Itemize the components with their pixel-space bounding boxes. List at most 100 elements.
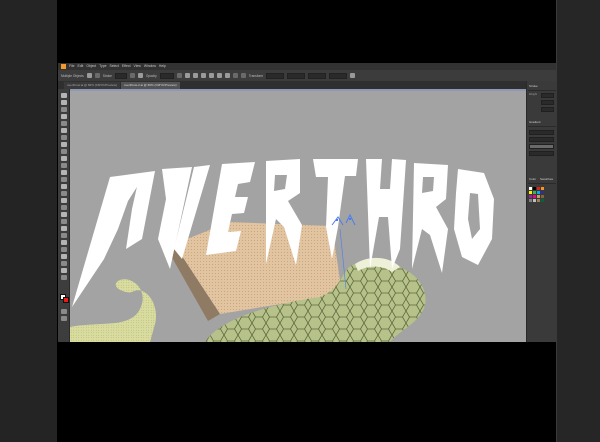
control-bar: Multiple Objects Stroke Opacity Transfor… — [58, 70, 556, 81]
free-transform-tool-icon[interactable] — [61, 191, 67, 196]
selection-tool-icon[interactable] — [61, 93, 67, 98]
document-tab-1[interactable]: overthrow.ai @ 66% (CMYK/Preview) — [64, 82, 120, 89]
direct-selection-tool-icon[interactable] — [61, 100, 67, 105]
color-swatch[interactable] — [533, 191, 536, 194]
color-swatch[interactable] — [533, 187, 536, 190]
align-bottom-icon[interactable] — [224, 73, 230, 78]
stroke-weight-field[interactable] — [114, 72, 127, 79]
color-swatch[interactable] — [529, 191, 532, 194]
menu-item-view[interactable]: View — [134, 63, 141, 70]
zoom-tool-icon[interactable] — [61, 275, 67, 280]
width-field[interactable] — [308, 72, 327, 79]
drawing-mode-icon[interactable] — [61, 309, 67, 314]
gradient-angle-field[interactable] — [529, 137, 554, 142]
artwork — [70, 89, 526, 342]
menu-item-help[interactable]: Help — [159, 63, 166, 70]
color-swatch[interactable] — [529, 187, 532, 190]
rotate-tool-icon[interactable] — [61, 170, 67, 175]
distribute-spacing-icon[interactable] — [240, 73, 246, 78]
screen-mode-icon[interactable] — [61, 316, 67, 321]
color-swatch[interactable] — [529, 195, 532, 198]
mesh-tool-icon[interactable] — [61, 212, 67, 217]
stroke-color-icon[interactable] — [94, 73, 100, 78]
align-right-icon[interactable] — [200, 73, 206, 78]
hand-tool-icon[interactable] — [61, 268, 67, 273]
x-field[interactable] — [266, 72, 285, 79]
eyedropper-tool-icon[interactable] — [61, 226, 67, 231]
color-swatch[interactable] — [541, 191, 544, 194]
gradient-tool-icon[interactable] — [61, 219, 67, 224]
align-left-icon[interactable] — [184, 73, 190, 78]
menu-item-effect[interactable]: Effect — [122, 63, 131, 70]
blend-tool-icon[interactable] — [61, 233, 67, 238]
color-swatch[interactable] — [541, 199, 544, 202]
fill-color-icon[interactable] — [86, 73, 92, 78]
opacity-field[interactable] — [159, 72, 174, 79]
curvature-tool-icon[interactable] — [61, 121, 67, 126]
symbol-sprayer-tool-icon[interactable] — [61, 240, 67, 245]
paintbrush-tool-icon[interactable] — [61, 149, 67, 154]
menu-item-object[interactable]: Object — [86, 63, 96, 70]
stroke-panel-title[interactable]: Stroke — [529, 84, 538, 88]
perspective-grid-tool-icon[interactable] — [61, 205, 67, 210]
height-field[interactable] — [329, 72, 348, 79]
color-swatch[interactable] — [537, 187, 540, 190]
weight-label: Weight — [529, 93, 538, 96]
pencil-tool-icon[interactable] — [61, 156, 67, 161]
transform-label: Transform — [248, 73, 264, 78]
rectangle-tool-icon[interactable] — [61, 142, 67, 147]
brush-icon[interactable] — [129, 73, 135, 78]
color-swatch[interactable] — [533, 199, 536, 202]
width-tool-icon[interactable] — [61, 184, 67, 189]
app-logo-icon — [61, 64, 66, 69]
panel-divider — [528, 90, 556, 91]
color-swatch[interactable] — [529, 199, 532, 202]
color-swatch[interactable] — [533, 195, 536, 198]
type-tool-icon[interactable] — [61, 128, 67, 133]
artboard-tool-icon[interactable] — [61, 254, 67, 259]
slice-tool-icon[interactable] — [61, 261, 67, 266]
gradient-panel-title[interactable]: Gradient — [529, 120, 541, 124]
color-swatch[interactable] — [537, 195, 540, 198]
corner-field[interactable] — [541, 107, 554, 112]
color-swatch[interactable] — [537, 199, 540, 202]
menu-bar: File Edit Object Type Select Effect View… — [58, 63, 556, 70]
color-swatch[interactable] — [537, 191, 540, 194]
style-swatch-icon[interactable] — [137, 73, 143, 78]
gradient-type-field[interactable] — [529, 130, 554, 135]
scale-tool-icon[interactable] — [61, 177, 67, 182]
align-top-icon[interactable] — [208, 73, 214, 78]
tools-panel — [58, 89, 70, 342]
gradient-location-field[interactable] — [529, 151, 554, 156]
menu-item-edit[interactable]: Edit — [77, 63, 83, 70]
swatches-panel-title[interactable]: Swatches — [540, 177, 553, 181]
align-middle-icon[interactable] — [216, 73, 222, 78]
artboard-canvas[interactable] — [70, 89, 526, 342]
pen-tool-icon[interactable] — [61, 114, 67, 119]
y-field[interactable] — [287, 72, 306, 79]
weight-field[interactable] — [541, 93, 554, 98]
gradient-slider[interactable] — [529, 144, 554, 149]
distribute-icon[interactable] — [232, 73, 238, 78]
isolate-icon[interactable] — [350, 73, 356, 78]
document-tab-2[interactable]: overthrow-2.ai @ 66% (CMYK/Preview) — [120, 82, 180, 89]
menu-item-file[interactable]: File — [69, 63, 74, 70]
color-swatch[interactable] — [541, 187, 544, 190]
align-center-icon[interactable] — [192, 73, 198, 78]
line-tool-icon[interactable] — [61, 135, 67, 140]
color-panel-title[interactable]: Color — [529, 177, 536, 181]
document-tab-bar: overthrow.ai @ 66% (CMYK/Preview) overth… — [58, 81, 526, 89]
menu-item-select[interactable]: Select — [109, 63, 118, 70]
stroke-swatch[interactable] — [63, 297, 69, 303]
graph-tool-icon[interactable] — [61, 247, 67, 252]
eraser-tool-icon[interactable] — [61, 163, 67, 168]
menu-item-window[interactable]: Window — [144, 63, 156, 70]
screen-edge-divider — [556, 0, 557, 442]
letterbox-left — [0, 0, 57, 442]
shape-builder-tool-icon[interactable] — [61, 198, 67, 203]
cap-field[interactable] — [541, 100, 554, 105]
color-swatch[interactable] — [541, 195, 544, 198]
recolor-icon[interactable] — [176, 73, 182, 78]
menu-item-type[interactable]: Type — [99, 63, 106, 70]
magic-wand-tool-icon[interactable] — [61, 107, 67, 112]
